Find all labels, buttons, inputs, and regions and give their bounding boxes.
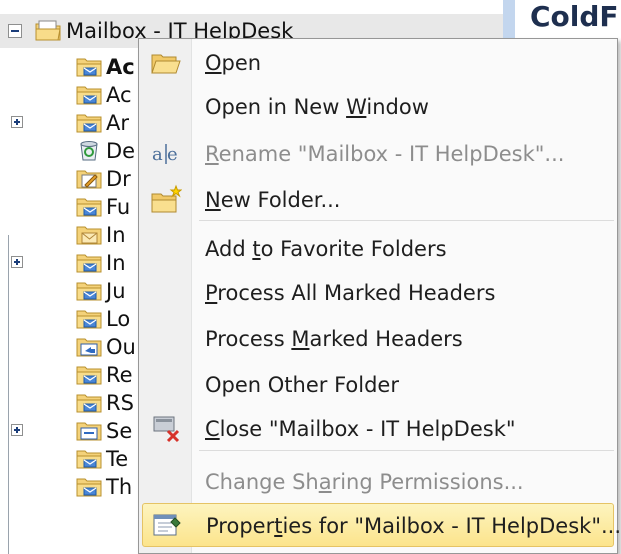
svg-text:e: e	[167, 144, 178, 165]
mail-folder-icon	[76, 110, 102, 134]
tree-folder-label: In	[106, 223, 126, 247]
reading-pane-header: ColdF	[530, 0, 619, 33]
menu-item-label: Close "Mailbox - IT HelpDesk"	[205, 417, 516, 441]
menu-item-label: Rename "Mailbox - IT HelpDesk"...	[205, 142, 565, 166]
menu-item-label: Open	[205, 51, 262, 75]
collapse-expander-icon[interactable]	[8, 24, 22, 38]
mail-folder-icon	[76, 362, 102, 386]
tree-folder-label: Fu	[106, 195, 131, 219]
context-menu: Open Open in New Window a e Rename "Mailbox …	[138, 38, 621, 554]
menu-item-label: Add to Favorite Folders	[205, 237, 447, 261]
menu-item-label: Open in New Window	[205, 95, 429, 119]
menu-item-label: Open Other Folder	[205, 373, 399, 397]
tree-folder-label: Se	[106, 419, 133, 443]
open-folder-icon	[150, 47, 182, 79]
menu-item-label: Process Marked Headers	[205, 327, 463, 351]
tree-folder-label: Dr	[106, 167, 131, 191]
tree-folder-label: RS	[106, 391, 134, 415]
expand-plus-icon[interactable]	[11, 424, 23, 436]
tree-folder-label: Ar	[106, 111, 129, 135]
menu-item-add-to-favorite-folders[interactable]: Add to Favorite Folders	[142, 227, 614, 271]
menu-item-label: Process All Marked Headers	[205, 281, 496, 305]
menu-item-open[interactable]: Open	[142, 41, 614, 85]
svg-text:a: a	[152, 144, 163, 165]
tree-folder-label: Th	[106, 475, 133, 499]
tree-folder-label: Ju	[106, 279, 126, 303]
menu-item-rename[interactable]: a e Rename "Mailbox - IT HelpDesk"...	[142, 132, 614, 176]
properties-icon	[151, 510, 183, 542]
menu-item-open-other-folder[interactable]: Open Other Folder	[142, 363, 614, 407]
mail-folder-icon	[76, 194, 102, 218]
tree-folder-label: De	[106, 139, 136, 163]
menu-item-process-marked-headers[interactable]: Process Marked Headers	[142, 317, 614, 361]
tree-folder-label: Ac	[106, 83, 132, 107]
menu-item-properties-for[interactable]: Properties for "Mailbox - IT HelpDesk"..…	[142, 503, 621, 547]
outbox-icon	[76, 334, 102, 358]
mail-folder-icon	[76, 390, 102, 414]
tree-folder-label: Ou	[106, 335, 136, 359]
drafts-icon	[76, 166, 102, 190]
expand-plus-icon[interactable]	[11, 256, 23, 268]
tree-folder-label: In	[106, 251, 126, 275]
expand-plus-icon[interactable]	[11, 116, 23, 128]
mailbox-icon	[35, 20, 61, 41]
menu-item-change-sharing-permissions[interactable]: Change Sharing Permissions...	[142, 460, 614, 504]
menu-item-process-all-marked-headers[interactable]: Process All Marked Headers	[142, 271, 614, 315]
inbox-icon	[76, 222, 102, 246]
menu-item-open-in-new-window[interactable]: Open in New Window	[142, 85, 614, 129]
deleted-items-icon	[76, 138, 102, 162]
mail-folder-icon	[76, 446, 102, 470]
tree-folder-label: Ac	[106, 55, 135, 79]
mail-folder-icon	[76, 54, 102, 78]
pane-border-line	[8, 235, 9, 554]
mail-folder-icon	[76, 278, 102, 302]
menu-item-label: Properties for "Mailbox - IT HelpDesk"..…	[206, 514, 621, 538]
sent-items-icon	[76, 418, 102, 442]
tree-folder-label: Te	[106, 447, 129, 471]
menu-item-label: Change Sharing Permissions...	[205, 470, 524, 494]
rename-icon: ae	[150, 138, 182, 170]
menu-item-label: New Folder...	[205, 188, 341, 212]
menu-item-new-folder[interactable]: New Folder...	[142, 178, 614, 222]
mail-folder-icon	[76, 82, 102, 106]
mail-folder-icon	[76, 474, 102, 498]
close-mailbox-icon	[150, 413, 182, 445]
tree-folder-label: Re	[106, 363, 133, 387]
new-folder-icon	[150, 184, 183, 216]
menu-item-close[interactable]: Close "Mailbox - IT HelpDesk"	[142, 407, 614, 451]
tree-folder-label: Lo	[106, 307, 131, 331]
mail-folder-icon	[76, 306, 102, 330]
mail-folder-icon	[76, 250, 102, 274]
